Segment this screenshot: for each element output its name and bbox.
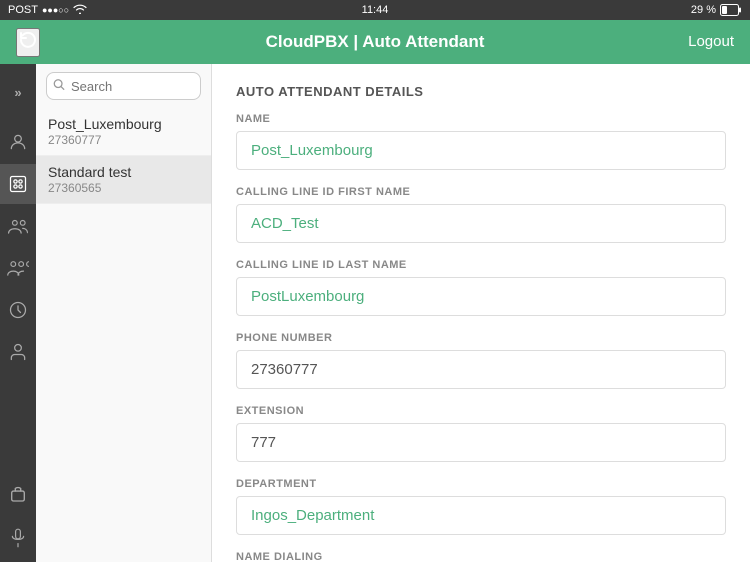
refresh-button[interactable]	[16, 28, 40, 57]
field-label: NAME DIALING	[236, 551, 726, 562]
field-value: PostLuxembourg	[236, 277, 726, 316]
field-group: DEPARTMENT Ingos_Department	[236, 478, 726, 535]
field-label: CALLING LINE ID LAST NAME	[236, 259, 726, 271]
signal-icon: ●●●○○	[42, 5, 69, 15]
field-value: ACD_Test	[236, 204, 726, 243]
status-bar: POST ●●●○○ 11:44 29 %	[0, 0, 750, 20]
list-item-name: Post_Luxembourg	[48, 116, 199, 132]
field-value: 27360777	[236, 350, 726, 389]
user-icon	[8, 342, 28, 362]
field-group: EXTENSION 777	[236, 405, 726, 462]
field-group: NAME DIALING Last Name + First Name	[236, 551, 726, 562]
sidebar-item-user[interactable]	[0, 332, 36, 372]
sidebar-item-mic[interactable]	[0, 518, 36, 558]
list-item-name: Standard test	[48, 164, 199, 180]
top-nav: CloudPBX | Auto Attendant Logout	[0, 20, 750, 64]
sidebar-item-groups[interactable]	[0, 206, 36, 246]
sidebar-item-clock[interactable]	[0, 290, 36, 330]
field-label: DEPARTMENT	[236, 478, 726, 490]
carrier-label: POST	[8, 4, 38, 16]
sidebar-item-auto-attendant[interactable]	[0, 164, 36, 204]
sidebar-item-expand[interactable]: »	[0, 72, 36, 112]
list-item[interactable]: Post_Luxembourg 27360777	[36, 108, 211, 156]
battery-label: 29 %	[691, 4, 716, 16]
lock-icon	[9, 482, 27, 502]
list-item-number: 27360565	[48, 181, 199, 195]
list-item-number: 27360777	[48, 133, 199, 147]
battery-icon	[720, 4, 742, 16]
sidebar-item-profile[interactable]	[0, 122, 36, 162]
wifi-icon	[73, 4, 87, 17]
field-label: NAME	[236, 113, 726, 125]
sidebar-item-lock[interactable]	[0, 472, 36, 512]
field-value: 777	[236, 423, 726, 462]
list-panel: Post_Luxembourg 27360777 Standard test 2…	[36, 64, 212, 562]
profile-icon	[8, 132, 28, 152]
sidebar-item-people[interactable]	[0, 248, 36, 288]
time-label: 11:44	[362, 4, 389, 16]
search-input[interactable]	[46, 72, 201, 100]
field-value: Post_Luxembourg	[236, 131, 726, 170]
field-label: CALLING LINE ID FIRST NAME	[236, 186, 726, 198]
logout-button[interactable]: Logout	[688, 33, 734, 50]
field-value: Ingos_Department	[236, 496, 726, 535]
groups-icon	[7, 216, 29, 236]
section-title: AUTO ATTENDANT DETAILS	[236, 84, 726, 99]
detail-panel: AUTO ATTENDANT DETAILS NAME Post_Luxembo…	[212, 64, 750, 562]
page-title: CloudPBX | Auto Attendant	[266, 32, 485, 52]
clock-icon	[8, 300, 28, 320]
search-icon	[53, 79, 65, 94]
list-item[interactable]: Standard test 27360565	[36, 156, 211, 204]
fields-container: NAME Post_Luxembourg CALLING LINE ID FIR…	[236, 113, 726, 562]
mic-icon	[10, 528, 26, 548]
field-label: PHONE NUMBER	[236, 332, 726, 344]
field-group: CALLING LINE ID LAST NAME PostLuxembourg	[236, 259, 726, 316]
field-group: NAME Post_Luxembourg	[236, 113, 726, 170]
people-icon	[7, 258, 29, 278]
icon-sidebar: »	[0, 64, 36, 562]
field-group: PHONE NUMBER 27360777	[236, 332, 726, 389]
field-group: CALLING LINE ID FIRST NAME ACD_Test	[236, 186, 726, 243]
main-layout: »	[0, 64, 750, 562]
list-items: Post_Luxembourg 27360777 Standard test 2…	[36, 108, 211, 204]
field-label: EXTENSION	[236, 405, 726, 417]
auto-attendant-icon	[8, 174, 28, 194]
search-container	[36, 64, 211, 108]
